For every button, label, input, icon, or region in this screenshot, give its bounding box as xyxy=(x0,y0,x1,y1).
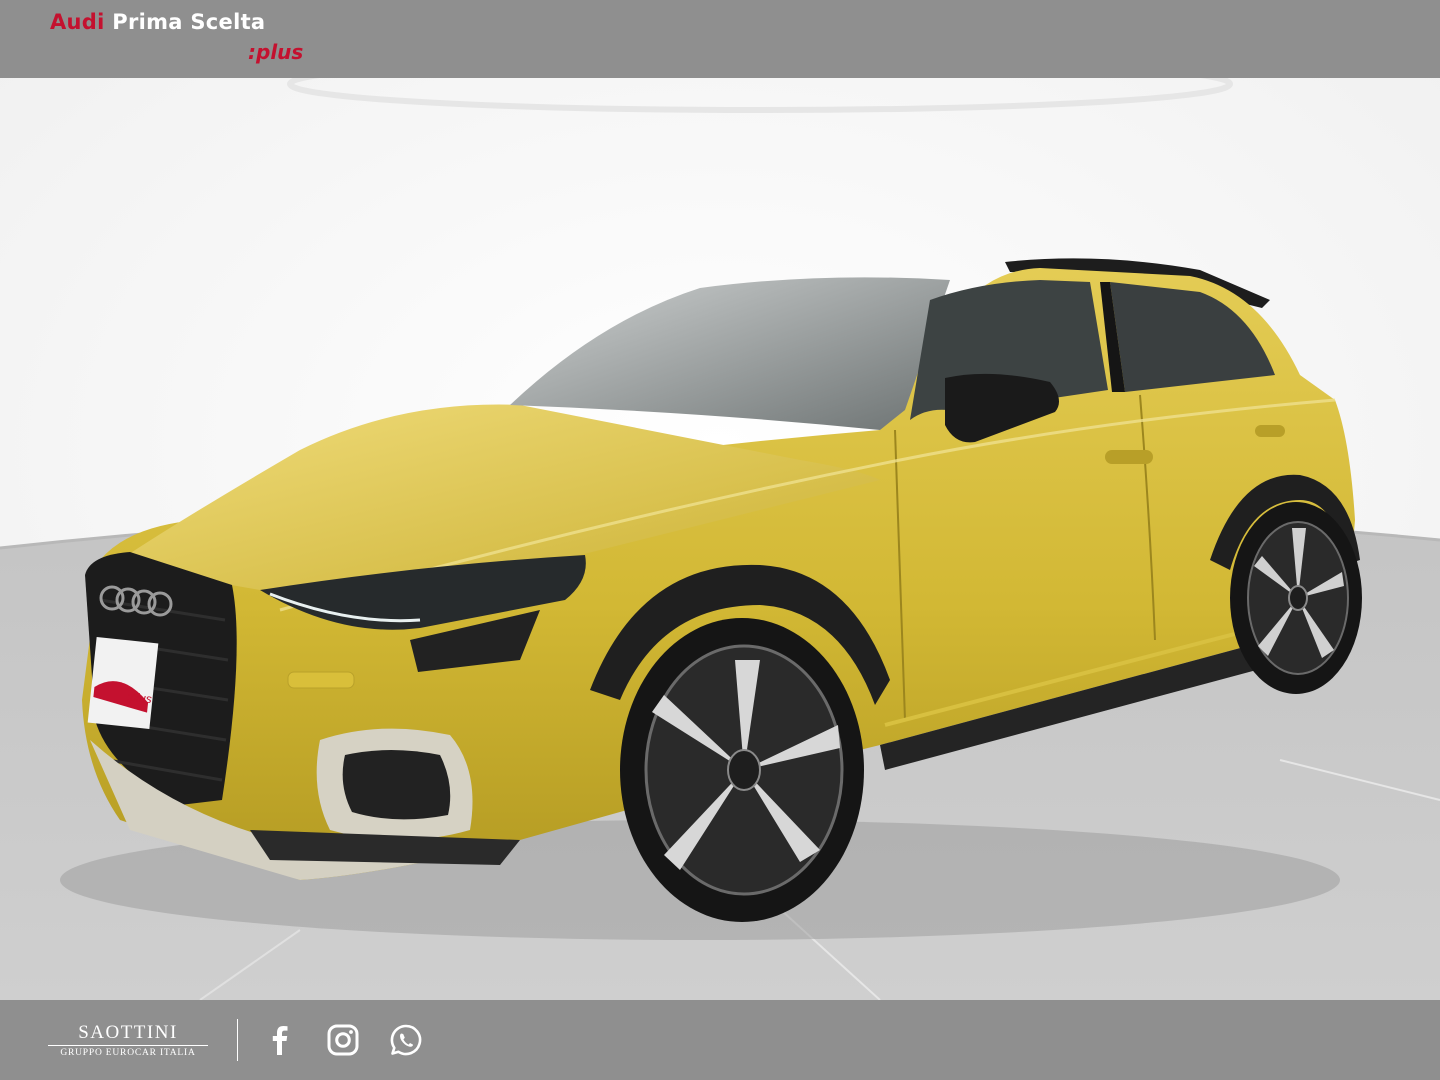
brand-plus: :plus xyxy=(248,40,304,64)
brand-logo: Audi Prima Scelta xyxy=(50,10,265,34)
dealer-name: SAOTTINI xyxy=(48,1022,208,1046)
dealer-group: GRUPPO EUROCAR ITALIA xyxy=(60,1048,196,1058)
brand-prima-scelta: Prima Scelta xyxy=(112,10,266,34)
car-photo: :plus xyxy=(0,78,1440,1000)
whatsapp-icon[interactable] xyxy=(389,1023,423,1057)
rear-wheel xyxy=(1230,502,1362,694)
facebook-icon[interactable] xyxy=(263,1023,297,1057)
plate-text: :plus xyxy=(126,689,153,706)
footer-divider xyxy=(237,1019,238,1061)
brand-audi: Audi xyxy=(50,10,105,34)
footer-bar xyxy=(0,1000,1440,1080)
instagram-icon[interactable] xyxy=(326,1023,360,1057)
front-wheel xyxy=(620,618,864,922)
dealer-logo: SAOTTINI GRUPPO EUROCAR ITALIA xyxy=(48,1022,208,1058)
